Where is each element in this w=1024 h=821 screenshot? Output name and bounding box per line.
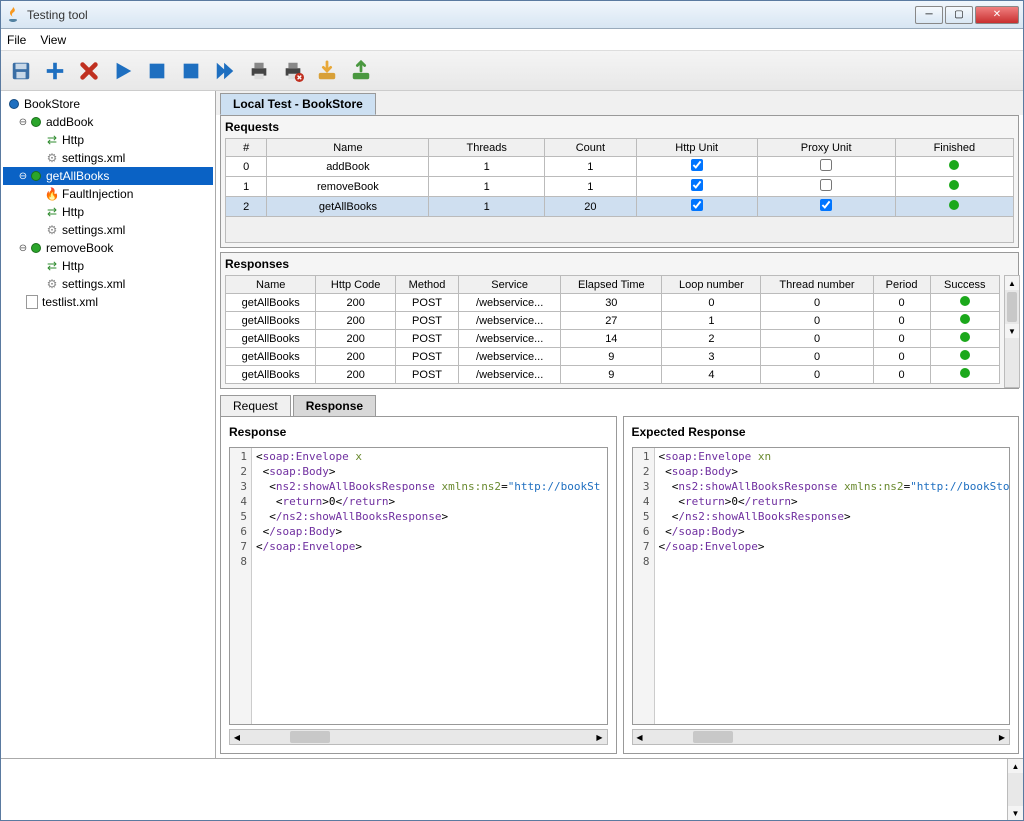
stop-icon[interactable]	[143, 57, 171, 85]
responses-scrollbar[interactable]: ▲ ▼	[1004, 275, 1020, 388]
success-dot	[960, 368, 970, 378]
success-dot	[960, 350, 970, 360]
finished-dot	[949, 200, 959, 210]
titlebar: Testing tool ─ ▢ ✕	[1, 1, 1023, 29]
table-row[interactable]: 2 getAllBooks 1 20	[226, 197, 1014, 217]
col-count[interactable]: Count	[544, 139, 636, 157]
printer-icon[interactable]	[245, 57, 273, 85]
tree-faultinjection[interactable]: 🔥FaultInjection	[3, 185, 213, 203]
response-panel-title: Response	[221, 417, 616, 443]
success-dot	[960, 314, 970, 324]
httpunit-checkbox[interactable]	[691, 159, 703, 171]
window-title: Testing tool	[27, 8, 913, 22]
tree-removebook-http[interactable]: ⇄Http	[3, 257, 213, 275]
tree-addbook-settings[interactable]: ⚙settings.xml	[3, 149, 213, 167]
response-hscroll[interactable]: ◀▶	[229, 729, 608, 745]
finished-dot	[949, 160, 959, 170]
col-r-elapsed[interactable]: Elapsed Time	[561, 276, 662, 294]
success-dot	[960, 332, 970, 342]
table-row[interactable]: 0 addBook 1 1	[226, 157, 1014, 177]
responses-title: Responses	[225, 257, 1014, 271]
menu-view[interactable]: View	[40, 33, 66, 47]
menu-file[interactable]: File	[7, 33, 26, 47]
tree-removebook[interactable]: ⊖removeBook	[3, 239, 213, 257]
httpunit-checkbox[interactable]	[691, 179, 703, 191]
java-icon	[5, 7, 21, 23]
requests-title: Requests	[225, 120, 1014, 134]
expected-panel-title: Expected Response	[624, 417, 1019, 443]
col-r-method[interactable]: Method	[395, 276, 458, 294]
close-button[interactable]: ✕	[975, 6, 1019, 24]
expected-hscroll[interactable]: ◀▶	[632, 729, 1011, 745]
stop2-icon[interactable]	[177, 57, 205, 85]
col-r-success[interactable]: Success	[930, 276, 999, 294]
table-row[interactable]: getAllBooks200POST/webservice...14200	[226, 330, 1000, 348]
col-finished[interactable]: Finished	[895, 139, 1013, 157]
col-num[interactable]: #	[226, 139, 267, 157]
printer-cancel-icon[interactable]	[279, 57, 307, 85]
tree-bookstore[interactable]: BookStore	[3, 95, 213, 113]
success-dot	[960, 296, 970, 306]
col-r-period[interactable]: Period	[873, 276, 930, 294]
save-icon[interactable]	[7, 57, 35, 85]
tree-getallbooks-settings[interactable]: ⚙settings.xml	[3, 221, 213, 239]
tree-sidebar: BookStore ⊖addBook ⇄Http ⚙settings.xml ⊖…	[1, 91, 216, 758]
table-row[interactable]: getAllBooks200POST/webservice...27100	[226, 312, 1000, 330]
bottom-pane: ▲ ▼	[1, 758, 1023, 820]
tree-addbook[interactable]: ⊖addBook	[3, 113, 213, 131]
tree-testlist[interactable]: testlist.xml	[3, 293, 213, 311]
menubar: File View	[1, 29, 1023, 51]
toolbar	[1, 51, 1023, 91]
play-all-icon[interactable]	[211, 57, 239, 85]
subtab-response[interactable]: Response	[293, 395, 376, 416]
col-r-name[interactable]: Name	[226, 276, 316, 294]
tree-getallbooks[interactable]: ⊖getAllBooks	[3, 167, 213, 185]
table-row[interactable]: getAllBooks200POST/webservice...9400	[226, 366, 1000, 384]
proxyunit-checkbox[interactable]	[820, 179, 832, 191]
import-icon[interactable]	[347, 57, 375, 85]
col-threads[interactable]: Threads	[429, 139, 545, 157]
col-r-loop[interactable]: Loop number	[662, 276, 761, 294]
add-icon[interactable]	[41, 57, 69, 85]
col-httpunit[interactable]: Http Unit	[636, 139, 757, 157]
export-icon[interactable]	[313, 57, 341, 85]
proxyunit-checkbox[interactable]	[820, 199, 832, 211]
play-icon[interactable]	[109, 57, 137, 85]
finished-dot	[949, 180, 959, 190]
delete-icon[interactable]	[75, 57, 103, 85]
response-code[interactable]: 12345678 <soap:Envelope x <soap:Body> <n…	[229, 447, 608, 725]
responses-table: Name Http Code Method Service Elapsed Ti…	[225, 275, 1000, 384]
proxyunit-checkbox[interactable]	[820, 159, 832, 171]
col-proxyunit[interactable]: Proxy Unit	[757, 139, 895, 157]
requests-table: # Name Threads Count Http Unit Proxy Uni…	[225, 138, 1014, 217]
minimize-button[interactable]: ─	[915, 6, 943, 24]
tree-addbook-http[interactable]: ⇄Http	[3, 131, 213, 149]
tab-local-test[interactable]: Local Test - BookStore	[220, 93, 376, 115]
maximize-button[interactable]: ▢	[945, 6, 973, 24]
table-row[interactable]: getAllBooks200POST/webservice...30000	[226, 294, 1000, 312]
tree-removebook-settings[interactable]: ⚙settings.xml	[3, 275, 213, 293]
tree-getallbooks-http[interactable]: ⇄Http	[3, 203, 213, 221]
table-row[interactable]: 1 removeBook 1 1	[226, 177, 1014, 197]
subtab-request[interactable]: Request	[220, 395, 291, 416]
col-name[interactable]: Name	[267, 139, 429, 157]
col-r-code[interactable]: Http Code	[316, 276, 396, 294]
col-r-service[interactable]: Service	[459, 276, 561, 294]
col-r-thread[interactable]: Thread number	[761, 276, 873, 294]
table-row[interactable]: getAllBooks200POST/webservice...9300	[226, 348, 1000, 366]
expected-code[interactable]: 12345678 <soap:Envelope xn <soap:Body> <…	[632, 447, 1011, 725]
httpunit-checkbox[interactable]	[691, 199, 703, 211]
bottom-scrollbar[interactable]: ▲ ▼	[1007, 759, 1023, 820]
